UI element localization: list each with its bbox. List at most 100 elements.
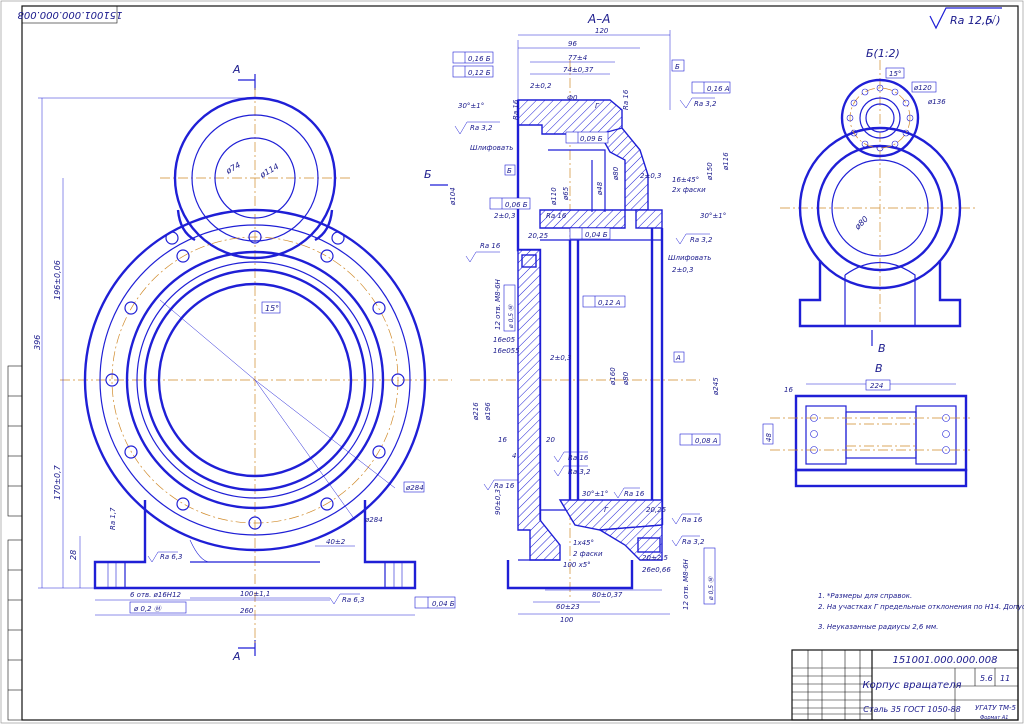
- svg-text:ø74: ø74: [224, 160, 242, 176]
- svg-text:ø114: ø114: [258, 162, 281, 180]
- title-block-sheet: 5.6: [980, 674, 993, 683]
- svg-text:ø104: ø104: [449, 187, 457, 206]
- svg-text:Ra 16: Ra 16: [568, 454, 589, 462]
- svg-text:16е055: 16е055: [493, 347, 520, 355]
- svg-text:3. Неуказанные радиусы 2,6 мм.: 3. Неуказанные радиусы 2,6 мм.: [818, 623, 938, 631]
- svg-text:ø160: ø160: [609, 367, 617, 386]
- svg-text:ø80: ø80: [612, 166, 620, 181]
- svg-text:100: 100: [560, 616, 574, 624]
- section-a-a: А–А Б 120 96 77±4 74±0,37 2±0,2 Ф0 Г Б 0…: [424, 12, 731, 624]
- svg-text:Б: Б: [675, 63, 680, 71]
- svg-text:0,12 Б: 0,12 Б: [468, 69, 491, 77]
- svg-text:ø 0,2 Ⓜ: ø 0,2 Ⓜ: [133, 605, 162, 613]
- svg-text:6 отв. ø16Н12: 6 отв. ø16Н12: [130, 591, 182, 599]
- svg-text:Б: Б: [424, 168, 432, 181]
- svg-text:Ra 3,2: Ra 3,2: [682, 538, 705, 546]
- svg-text:ø216: ø216: [472, 402, 480, 421]
- svg-text:ø284: ø284: [364, 516, 383, 524]
- svg-text:0,09 Б: 0,09 Б: [580, 135, 603, 143]
- svg-text:15°: 15°: [265, 304, 279, 313]
- title-block-material: Сталь 35 ГОСТ 1050-88: [863, 705, 960, 714]
- title-block-format: Формат А1: [980, 715, 1008, 721]
- svg-text:ø196: ø196: [484, 402, 492, 421]
- svg-text:Ra 16: Ra 16: [480, 242, 501, 250]
- svg-text:30°±1°: 30°±1°: [458, 102, 484, 110]
- svg-text:ø120: ø120: [913, 84, 932, 92]
- section-a-a-title: А–А: [587, 12, 610, 26]
- svg-text:2±0,3: 2±0,3: [672, 266, 693, 274]
- title-block-grid: [792, 650, 872, 720]
- svg-text:26е0,66: 26е0,66: [642, 566, 671, 574]
- cut-mark-a-bottom: А: [232, 650, 241, 663]
- title-block-code: 151001.000.000.008: [893, 655, 998, 666]
- svg-text:0,08 А: 0,08 А: [695, 437, 718, 445]
- svg-text:20: 20: [546, 436, 555, 444]
- view-b: Б(1:2) 15° ø120 ø136 ø80 В: [780, 47, 975, 355]
- svg-text:Ф0: Ф0: [567, 94, 578, 102]
- svg-text:ø80: ø80: [622, 371, 630, 386]
- svg-text:396: 396: [33, 335, 42, 350]
- svg-text:16: 16: [784, 386, 793, 394]
- svg-text:48: 48: [765, 433, 773, 442]
- svg-text:Ra 16: Ra 16: [622, 89, 630, 110]
- svg-text:1. *Размеры для справок.: 1. *Размеры для справок.: [818, 592, 912, 600]
- svg-text:100 х5°: 100 х5°: [563, 561, 591, 569]
- general-roughness: Ra 12,5 (√): [929, 7, 1002, 30]
- svg-text:12 отв. М8-6Н: 12 отв. М8-6Н: [494, 278, 502, 330]
- svg-text:Ra 6,3: Ra 6,3: [160, 553, 183, 561]
- svg-text:Ra 6,3: Ra 6,3: [342, 596, 365, 604]
- svg-text:20±2,5: 20±2,5: [642, 554, 668, 562]
- technical-notes: 1. *Размеры для справок. 2. На участках …: [818, 592, 1024, 631]
- svg-text:96: 96: [568, 40, 577, 48]
- svg-text:ø116: ø116: [722, 152, 730, 171]
- svg-text:Ra 1,7: Ra 1,7: [109, 507, 117, 530]
- svg-text:20,25: 20,25: [646, 506, 667, 514]
- svg-text:2±0,2: 2±0,2: [530, 82, 552, 90]
- svg-text:1х45°: 1х45°: [573, 539, 594, 547]
- front-view: А А 396 196±0,06 170±0,7 28 ø74 ø114 15°…: [33, 63, 456, 663]
- svg-text:Шлифовать: Шлифовать: [668, 254, 711, 262]
- svg-text:(√): (√): [985, 14, 1001, 27]
- svg-text:2±0,3: 2±0,3: [494, 212, 515, 220]
- title-block: 151001.000.000.008 Корпус вращателя Стал…: [791, 649, 1019, 721]
- svg-text:0,06 Б: 0,06 Б: [505, 201, 528, 209]
- cut-mark-a-top: А: [232, 63, 241, 76]
- svg-text:Б(1:2): Б(1:2): [866, 47, 900, 60]
- svg-text:90±0,3: 90±0,3: [494, 489, 502, 515]
- svg-text:Ra 16: Ra 16: [512, 99, 520, 120]
- svg-text:0,16 Б: 0,16 Б: [468, 55, 491, 63]
- title-block-org: УГАТУ ТМ-5: [975, 704, 1017, 712]
- svg-text:28: 28: [69, 550, 78, 560]
- svg-text:120: 120: [595, 27, 609, 35]
- left-margin-boxes: [7, 365, 23, 721]
- svg-text:2±0,3: 2±0,3: [640, 172, 661, 180]
- svg-text:ø284: ø284: [405, 484, 424, 492]
- svg-text:А: А: [675, 354, 681, 362]
- svg-text:16: 16: [498, 436, 507, 444]
- svg-text:Ra 16: Ra 16: [682, 516, 703, 524]
- svg-text:ø110: ø110: [550, 187, 558, 206]
- title-block-sheets: 11: [1000, 674, 1010, 683]
- svg-text:100±1,1: 100±1,1: [240, 590, 270, 598]
- svg-text:16е05: 16е05: [493, 336, 516, 344]
- svg-text:2±0,3: 2±0,3: [550, 354, 571, 362]
- svg-text:ø65: ø65: [562, 186, 570, 201]
- svg-text:40±2: 40±2: [326, 538, 346, 546]
- svg-text:Ra 3,2: Ra 3,2: [690, 236, 713, 244]
- svg-text:В: В: [875, 362, 883, 375]
- svg-text:15°: 15°: [889, 70, 901, 78]
- svg-text:0,04 Б: 0,04 Б: [585, 231, 608, 239]
- svg-text:20,25: 20,25: [528, 232, 549, 240]
- svg-text:170±0,7: 170±0,7: [53, 464, 62, 500]
- svg-text:30°±1°: 30°±1°: [582, 490, 608, 498]
- svg-text:77±4: 77±4: [568, 54, 587, 62]
- title-block-name: Корпус вращателя: [863, 680, 962, 691]
- svg-text:Ra 16: Ra 16: [546, 212, 567, 220]
- svg-text:ø150: ø150: [706, 162, 714, 181]
- svg-text:ø245: ø245: [712, 377, 720, 396]
- svg-text:Ra 3,2: Ra 3,2: [694, 100, 717, 108]
- svg-text:12 отв. М8-6Н: 12 отв. М8-6Н: [682, 558, 690, 610]
- svg-text:2х фаски: 2х фаски: [672, 186, 706, 194]
- view-v: В 224 16 48: [762, 362, 970, 488]
- svg-text:260: 260: [240, 607, 254, 615]
